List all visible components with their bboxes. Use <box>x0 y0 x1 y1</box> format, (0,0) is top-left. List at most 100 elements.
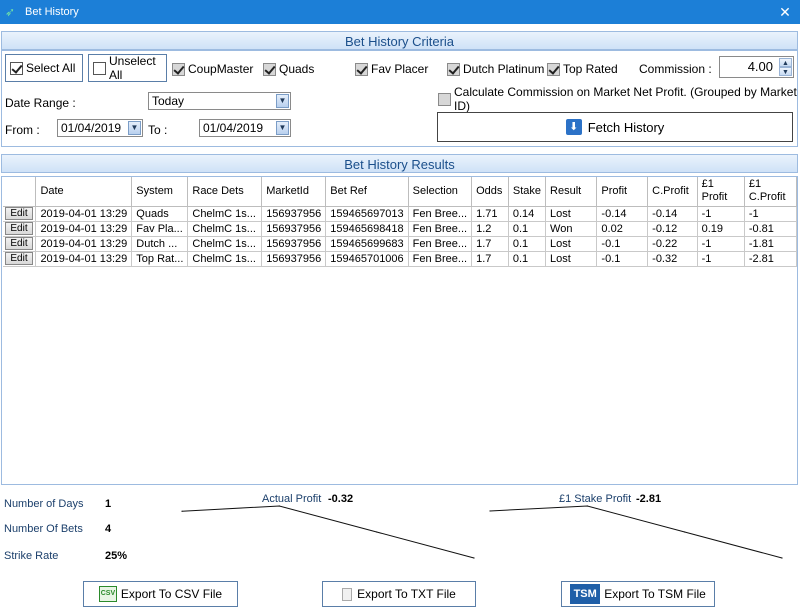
system-label: CoupMaster <box>188 62 254 76</box>
table-cell: 0.19 <box>697 221 745 237</box>
table-cell: -1 <box>697 251 745 267</box>
column-header[interactable]: MarketId <box>261 177 327 207</box>
table-cell: -0.81 <box>744 221 797 237</box>
date-range-select[interactable]: Today ▼ <box>148 92 291 110</box>
system-label: Top Rated <box>563 62 618 76</box>
table-cell: Fen Bree... <box>408 236 473 252</box>
system-checkbox-fav-placer[interactable]: Fav Placer <box>355 61 428 77</box>
table-row[interactable]: Edit 2019-04-01 13:29 Quads ChelmC 1s... 156… <box>3 206 797 222</box>
table-cell: Fen Bree... <box>408 206 473 222</box>
stake-profit-chart <box>489 505 783 559</box>
system-checkbox-quads[interactable]: Quads <box>263 61 314 77</box>
system-label: Fav Placer <box>371 62 429 76</box>
from-label: From : <box>5 123 40 137</box>
table-cell: ChelmC 1s... <box>187 251 263 267</box>
tsm-file-icon: TSM <box>570 584 601 604</box>
table-cell: ChelmC 1s... <box>187 206 263 222</box>
column-header[interactable]: Result <box>545 177 598 207</box>
export-csv-label: Export To CSV File <box>120 587 223 601</box>
from-date-picker[interactable]: 01/04/2019 ▼ <box>57 119 143 137</box>
table-row[interactable]: Edit 2019-04-01 13:29 Top Rat... ChelmC 1s.… <box>3 251 797 267</box>
column-header[interactable]: System <box>131 177 189 207</box>
export-csv-button[interactable]: CSV Export To CSV File <box>83 581 238 607</box>
system-checkbox-coupmaster[interactable]: CoupMaster <box>172 61 253 77</box>
table-cell: -1.81 <box>744 236 797 252</box>
edit-button[interactable]: Edit <box>5 207 33 220</box>
column-header[interactable]: C.Profit <box>647 177 698 207</box>
column-header[interactable]: Odds <box>471 177 509 207</box>
column-header[interactable]: Stake <box>508 177 547 207</box>
table-cell: 0.1 <box>508 236 547 252</box>
chevron-down-icon[interactable]: ▼ <box>276 121 289 135</box>
bets-value: 4 <box>105 523 112 535</box>
column-header <box>3 177 37 207</box>
export-tsm-button[interactable]: TSM Export To TSM File <box>561 581 715 607</box>
unselect-all-checkbox[interactable] <box>93 61 106 75</box>
column-header[interactable]: Selection <box>408 177 473 207</box>
table-cell: ChelmC 1s... <box>187 236 263 252</box>
table-row[interactable]: Edit 2019-04-01 13:29 Fav Pla... ChelmC 1s.… <box>3 221 797 237</box>
commission-label: Commission : <box>639 62 712 76</box>
commission-stepper[interactable]: 4.00 ▲ ▼ <box>719 56 794 78</box>
checkbox-icon[interactable] <box>447 62 460 76</box>
chevron-down-icon[interactable]: ▼ <box>276 94 289 108</box>
table-cell: Won <box>545 221 598 237</box>
title-bar: ➶ Bet History ✕ <box>0 0 800 24</box>
chevron-down-icon[interactable]: ▼ <box>128 121 141 135</box>
select-all-button[interactable]: Select All <box>5 54 83 82</box>
column-header[interactable]: £1 C.Profit <box>744 177 797 207</box>
data-point <box>181 510 183 512</box>
download-icon: ⬇ <box>565 119 582 135</box>
txt-file-icon <box>342 587 353 601</box>
system-label: Quads <box>279 62 315 76</box>
criteria-panel: Select All Unselect All CoupMaster Quads… <box>1 50 798 147</box>
days-label: Number of Days <box>4 498 84 510</box>
checkbox-icon[interactable] <box>263 62 276 76</box>
table-header-row: Date System Race Dets MarketId Bet Ref S… <box>3 177 797 207</box>
unselect-all-button[interactable]: Unselect All <box>88 54 167 82</box>
column-header[interactable]: £1 Profit <box>697 177 745 207</box>
strike-rate-label: Strike Rate <box>4 550 59 562</box>
table-cell: Dutch ... <box>131 236 189 252</box>
spin-up-icon[interactable]: ▲ <box>779 58 792 67</box>
table-cell: 159465699683 <box>325 236 409 252</box>
table-cell: 2019-04-01 13:29 <box>35 251 133 267</box>
checkbox-icon[interactable] <box>547 62 560 76</box>
system-checkbox-dutch-platinum[interactable]: Dutch Platinum <box>447 61 544 77</box>
checkbox-icon[interactable] <box>438 92 451 106</box>
unselect-all-label: Unselect All <box>109 54 156 82</box>
table-cell: 0.02 <box>596 221 649 237</box>
table-cell: 2019-04-01 13:29 <box>35 221 133 237</box>
window-title: Bet History <box>25 6 79 18</box>
date-range-value: Today <box>152 94 185 108</box>
table-cell: 159465701006 <box>325 251 409 267</box>
system-checkbox-top-rated[interactable]: Top Rated <box>547 61 618 77</box>
close-icon[interactable]: ✕ <box>770 0 800 24</box>
data-point <box>781 557 783 559</box>
edit-cell: Edit <box>3 221 37 237</box>
table-cell: -0.22 <box>647 236 698 252</box>
table-cell: -1 <box>744 206 797 222</box>
edit-button[interactable]: Edit <box>5 237 33 250</box>
calc-commission-checkbox[interactable]: Calculate Commission on Market Net Profi… <box>438 85 797 113</box>
column-header[interactable]: Bet Ref <box>325 177 409 207</box>
table-cell: Top Rat... <box>131 251 189 267</box>
edit-button[interactable]: Edit <box>5 222 33 235</box>
select-all-checkbox[interactable] <box>10 61 23 75</box>
spin-down-icon[interactable]: ▼ <box>779 67 792 76</box>
table-cell: 1.7 <box>471 236 509 252</box>
column-header[interactable]: Race Dets <box>187 177 263 207</box>
fetch-history-button[interactable]: ⬇ Fetch History <box>437 112 793 142</box>
edit-button[interactable]: Edit <box>5 252 33 265</box>
table-cell: Lost <box>545 236 598 252</box>
checkbox-icon[interactable] <box>355 62 368 76</box>
column-header[interactable]: Date <box>35 177 133 207</box>
export-txt-label: Export To TXT File <box>357 587 456 601</box>
results-grid-panel: Date System Race Dets MarketId Bet Ref S… <box>1 176 798 485</box>
table-cell: 156937956 <box>261 251 327 267</box>
column-header[interactable]: Profit <box>596 177 649 207</box>
export-txt-button[interactable]: Export To TXT File <box>322 581 476 607</box>
to-date-picker[interactable]: 01/04/2019 ▼ <box>199 119 291 137</box>
checkbox-icon[interactable] <box>172 62 185 76</box>
table-row[interactable]: Edit 2019-04-01 13:29 Dutch ... ChelmC 1s..… <box>3 236 797 252</box>
